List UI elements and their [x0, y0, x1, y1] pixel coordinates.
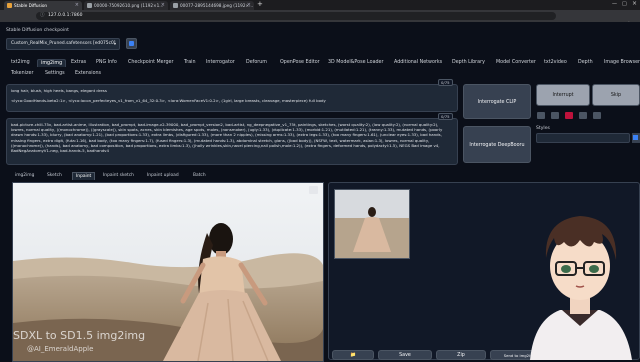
checkpoint-value: Custom_RealMix_Pruned.safetensors [ed075… [11, 41, 116, 46]
browser-tab-label: Stable Diffusion [14, 3, 48, 8]
save-style-icon[interactable] [579, 112, 587, 119]
tab-deforum[interactable]: Deforum [246, 60, 267, 65]
webui-app: Stable Diffusion checkpoint Custom_RealM… [0, 22, 640, 362]
tab-train[interactable]: Train [184, 60, 196, 65]
watermark-title: SDXL to SD1.5 img2img [13, 329, 146, 342]
open-folder-button[interactable]: 📁 [332, 350, 374, 360]
tab-depth[interactable]: Depth [578, 60, 593, 65]
chevron-down-icon: ▾ [113, 41, 116, 46]
tab-txt2img[interactable]: txt2img [11, 60, 30, 65]
subtab-batch[interactable]: Batch [193, 173, 206, 178]
browser-tab-image-1[interactable]: 00000-75092610.png (1192×1… × [84, 1, 168, 10]
tab-additional-networks[interactable]: Additional Networks [394, 60, 442, 65]
refresh-styles-button[interactable] [632, 133, 640, 143]
subtab-inpaint-sketch[interactable]: Inpaint sketch [103, 173, 134, 178]
tab-checkpoint-merger[interactable]: Checkpoint Merger [128, 60, 173, 65]
prompt-token-counter: 0/75 [438, 79, 453, 86]
checkpoint-label: Stable Diffusion checkpoint [6, 28, 69, 33]
refresh-icon [633, 135, 638, 140]
output-thumbnail[interactable] [334, 189, 410, 259]
tab-extras[interactable]: Extras [71, 60, 86, 65]
checkpoint-select[interactable]: Custom_RealMix_Pruned.safetensors [ed075… [6, 38, 120, 50]
vtuber-avatar [530, 216, 632, 360]
tab-favicon-icon [87, 3, 92, 8]
tab-interrogator[interactable]: Interrogator [206, 60, 235, 65]
close-icon[interactable]: × [247, 1, 251, 10]
tab-depth-library[interactable]: Depth Library [452, 60, 485, 65]
trash-icon[interactable] [551, 112, 559, 119]
url-text: 127.0.0.1:7860 [48, 13, 83, 18]
tab-txt2video[interactable]: txt2video [544, 60, 567, 65]
interrogate-deepbooru-button[interactable]: Interrogate DeepBooru [463, 126, 531, 163]
subtab-sketch[interactable]: Sketch [47, 173, 62, 178]
inpaint-canvas[interactable]: SDXL to SD1.5 img2img @AI_EmeraldApple [12, 182, 324, 362]
brush-icon[interactable] [309, 186, 318, 194]
tab-openpose-editor[interactable]: OpenPose Editor [280, 60, 320, 65]
negative-token-counter: 0/75 [438, 113, 453, 120]
folder-icon: 📁 [350, 353, 356, 358]
tab-favicon-icon [173, 3, 178, 8]
tab-img2img[interactable]: img2img [37, 59, 67, 67]
browser-tab-label: 00000-75092610.png (1192×1… [94, 3, 164, 8]
tab-3d-model-pose-loader[interactable]: 3D Model&Pose Loader [328, 60, 383, 65]
interrogate-clip-button[interactable]: Interrogate CLIP [463, 84, 531, 119]
tab-image-browser[interactable]: Image Browser [604, 60, 640, 65]
maximize-icon[interactable]: □ [622, 1, 627, 7]
styles-label: Styles [536, 126, 550, 131]
watermark-handle: @AI_EmeraldApple [27, 345, 94, 353]
window-close-icon[interactable]: × [632, 0, 637, 7]
paste-icon[interactable] [537, 112, 545, 119]
minimize-icon[interactable]: — [612, 1, 617, 7]
interrupt-button[interactable]: Interrupt [536, 84, 590, 106]
tab-tokenizer[interactable]: Tokenizer [11, 71, 33, 76]
browser-tab-stable-diffusion[interactable]: Stable Diffusion × [4, 1, 82, 10]
refresh-checkpoint-button[interactable] [126, 38, 137, 49]
subtab-img2img[interactable]: img2img [15, 173, 34, 178]
browser-tab-label: 00077-2895144698.jpeg (1192×… [180, 3, 254, 8]
tab-extensions[interactable]: Extensions [75, 71, 101, 76]
close-icon[interactable]: × [161, 1, 165, 10]
close-icon[interactable]: × [75, 1, 79, 10]
tab-settings[interactable]: Settings [45, 71, 65, 76]
refresh-icon [129, 41, 134, 46]
tab-favicon-icon [7, 3, 12, 8]
negative-prompt-textarea[interactable]: bad-picture-chill-75v, bad-artist-anime,… [6, 118, 458, 165]
browser-tab-image-2[interactable]: 00077-2895144698.jpeg (1192×… × [170, 1, 254, 10]
style-apply-icon[interactable] [565, 112, 573, 119]
url-field[interactable]: ⓘ 127.0.0.1:7860 [36, 12, 556, 20]
output-image [335, 190, 409, 258]
info-icon[interactable]: ⓘ [40, 12, 45, 20]
subtab-inpaint-upload[interactable]: Inpaint upload [147, 173, 179, 178]
save-button[interactable]: Save [378, 350, 432, 360]
main-tab-bar: txt2img img2img Extras PNG Info Checkpoi… [0, 59, 640, 82]
prompt-textarea[interactable]: long hair, blush, high heels, bangs, ele… [6, 84, 458, 112]
browser-tab-bar: Stable Diffusion × 00000-75092610.png (1… [0, 0, 640, 10]
skip-button[interactable]: Skip [592, 84, 640, 106]
tab-png-info[interactable]: PNG Info [96, 60, 117, 65]
tab-model-converter[interactable]: Model Converter [496, 60, 536, 65]
subtab-inpaint[interactable]: Inpaint [72, 172, 96, 180]
clipboard-icon[interactable] [593, 112, 601, 119]
zip-button[interactable]: Zip [436, 350, 486, 360]
styles-dropdown[interactable] [536, 133, 630, 143]
new-tab-button[interactable]: + [257, 0, 263, 8]
